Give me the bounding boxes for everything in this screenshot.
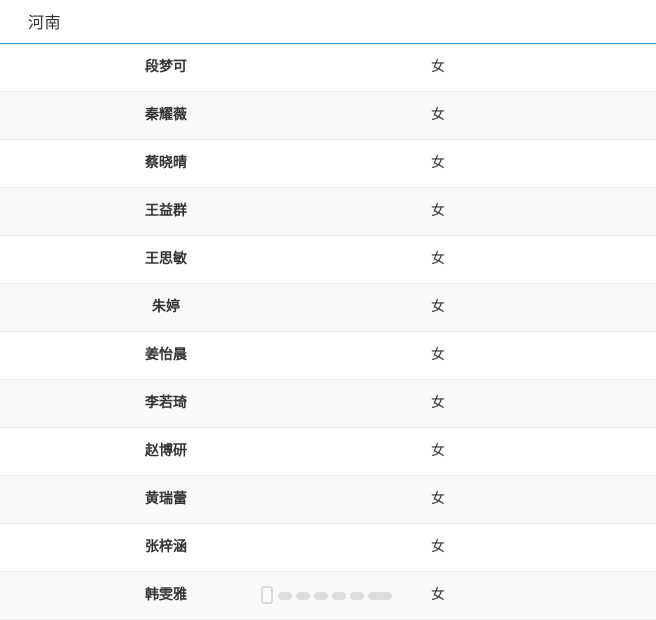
player-table: 段梦可 女 秦耀薇 女 蔡晓晴 女 王益群 女 王思敏 女 朱婷 女 姜怡晨 女… <box>0 44 656 620</box>
section-title: 河南 <box>28 13 62 32</box>
table-row: 王益群 女 <box>0 188 656 236</box>
player-name: 段梦可 <box>145 59 187 75</box>
player-gender: 女 <box>431 203 445 219</box>
player-gender: 女 <box>431 107 445 123</box>
table-row: 李若琦 女 <box>0 380 656 428</box>
section-header: 河南 <box>0 0 656 44</box>
player-name: 蔡晓晴 <box>145 155 187 171</box>
table-row: 张梓涵 女 <box>0 524 656 572</box>
table-row: 王思敏 女 <box>0 236 656 284</box>
player-name: 李若琦 <box>145 395 187 411</box>
player-gender: 女 <box>431 251 445 267</box>
player-gender: 女 <box>431 539 445 555</box>
watermark-logo <box>261 586 392 604</box>
player-name: 张梓涵 <box>145 539 187 555</box>
table-row: 黄瑞蕾 女 <box>0 476 656 524</box>
player-gender: 女 <box>431 299 445 315</box>
table-row: 蔡晓晴 女 <box>0 140 656 188</box>
table-row: 秦耀薇 女 <box>0 92 656 140</box>
player-gender: 女 <box>431 443 445 459</box>
player-name: 黄瑞蕾 <box>145 491 187 507</box>
table-row: 朱婷 女 <box>0 284 656 332</box>
player-gender: 女 <box>431 395 445 411</box>
player-gender: 女 <box>431 491 445 507</box>
player-name: 姜怡晨 <box>145 347 187 363</box>
player-gender: 女 <box>431 59 445 75</box>
player-gender: 女 <box>431 347 445 363</box>
player-gender: 女 <box>431 155 445 171</box>
player-name: 王益群 <box>145 203 187 219</box>
player-name: 朱婷 <box>152 299 180 315</box>
table-row: 段梦可 女 <box>0 44 656 92</box>
player-name: 王思敏 <box>145 251 187 267</box>
player-name: 秦耀薇 <box>145 107 187 123</box>
player-name: 赵博研 <box>145 443 187 459</box>
table-row: 姜怡晨 女 <box>0 332 656 380</box>
table-row: 赵博研 女 <box>0 428 656 476</box>
